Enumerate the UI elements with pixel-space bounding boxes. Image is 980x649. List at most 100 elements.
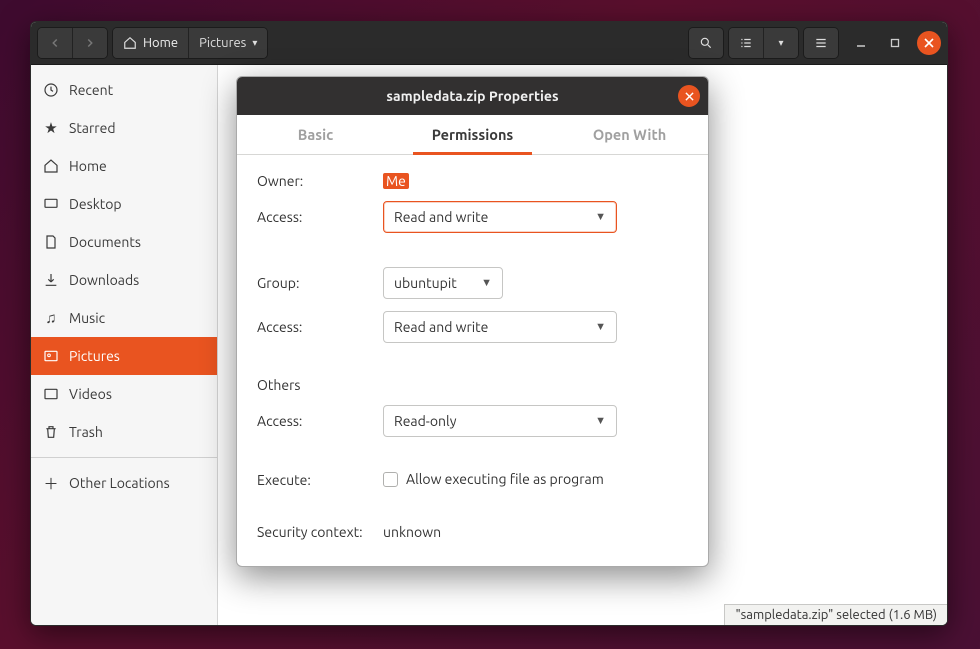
dialog-body: Owner: Me Access: Read and write ▼ Group… [237,155,708,566]
sidebar-item-other-locations[interactable]: ＋ Other Locations [31,464,217,502]
sidebar-item-documents[interactable]: Documents [31,223,217,261]
view-group: ▾ [728,27,799,59]
chevron-down-icon: ▼ [595,211,606,223]
sidebar-item-videos[interactable]: Videos [31,375,217,413]
download-icon [43,272,59,288]
properties-dialog: sampledata.zip Properties Basic Permissi… [236,76,709,567]
sidebar-item-label: Pictures [69,348,120,364]
hamburger-icon [814,36,828,50]
sidebar: Recent ★ Starred Home Desktop Documents … [31,65,218,625]
search-icon [699,36,713,50]
tab-label: Open With [593,126,666,143]
sidebar-item-label: Other Locations [69,475,170,491]
sidebar-item-label: Desktop [69,196,122,212]
hamburger-button[interactable] [804,28,838,58]
tab-label: Basic [298,126,333,143]
path-current-label: Pictures [199,36,246,50]
sidebar-item-label: Downloads [69,272,139,288]
dialog-tabs: Basic Permissions Open With [237,115,708,155]
pictures-icon [43,348,59,364]
close-button[interactable] [917,31,941,55]
tab-open-with[interactable]: Open With [551,115,708,154]
minimize-icon [856,38,866,48]
sidebar-item-label: Videos [69,386,112,402]
menu-group [803,27,839,59]
chevron-down-icon: ▾ [778,37,783,49]
sidebar-item-label: Recent [69,82,113,98]
sidebar-item-label: Starred [69,120,116,136]
sidebar-item-starred[interactable]: ★ Starred [31,109,217,147]
execute-checkbox[interactable]: Allow executing file as program [383,471,604,487]
nav-back-forward [37,27,108,59]
path-home[interactable]: Home [113,28,189,58]
label-group-access: Access: [257,319,377,335]
view-options-button[interactable]: ▾ [764,28,798,58]
label-owner-access: Access: [257,209,377,225]
chevron-down-icon: ▾ [252,37,257,49]
chevron-left-icon [48,36,62,50]
path-home-label: Home [143,36,178,50]
group-access-combo[interactable]: Read and write ▼ [383,311,617,343]
group-name-combo[interactable]: ubuntupit ▼ [383,267,503,299]
sidebar-item-home[interactable]: Home [31,147,217,185]
combo-value: ubuntupit [394,275,457,291]
video-icon [43,386,59,402]
label-execute: Execute: [257,472,377,488]
list-icon [739,36,753,50]
chevron-down-icon: ▼ [595,321,606,333]
sidebar-separator [31,457,217,458]
home-icon [43,158,59,174]
path-bar: Home Pictures ▾ [112,27,268,59]
dialog-close-button[interactable] [678,85,700,107]
value-security: unknown [383,524,688,540]
headerbar: Home Pictures ▾ ▾ [31,22,947,65]
checkbox-label: Allow executing file as program [406,471,604,487]
documents-icon [43,234,59,250]
tab-basic[interactable]: Basic [237,115,394,154]
chevron-right-icon [83,36,97,50]
permissions-form: Owner: Me Access: Read and write ▼ Group… [257,173,688,540]
status-text: "sampledata.zip" selected (1.6 MB) [735,608,937,622]
search-group [688,27,724,59]
checkbox-box [383,472,398,487]
sidebar-item-downloads[interactable]: Downloads [31,261,217,299]
owner-access-combo[interactable]: Read and write ▼ [383,201,617,233]
others-access-combo[interactable]: Read-only ▼ [383,405,617,437]
chevron-down-icon: ▼ [595,415,606,427]
label-others: Others [257,377,377,393]
label-security: Security context: [257,524,377,540]
plus-icon: ＋ [43,475,59,491]
list-view-button[interactable] [729,28,764,58]
tab-permissions[interactable]: Permissions [394,115,551,154]
sidebar-item-music[interactable]: ♫ Music [31,299,217,337]
trash-icon [43,424,59,440]
close-icon [924,38,934,48]
dialog-title: sampledata.zip Properties [386,88,558,104]
close-icon [685,92,694,101]
music-icon: ♫ [43,310,59,326]
value-owner: Me [383,173,688,189]
combo-value: Read and write [394,319,488,335]
owner-name-highlight: Me [383,173,409,189]
sidebar-item-label: Trash [69,424,103,440]
desktop-icon [43,196,59,212]
maximize-button[interactable] [883,31,907,55]
star-icon: ★ [43,120,59,136]
sidebar-item-desktop[interactable]: Desktop [31,185,217,223]
maximize-icon [890,38,900,48]
label-owner: Owner: [257,173,377,189]
label-group: Group: [257,275,377,291]
sidebar-item-label: Documents [69,234,141,250]
forward-button[interactable] [73,28,107,58]
sidebar-item-pictures[interactable]: Pictures [31,337,217,375]
minimize-button[interactable] [849,31,873,55]
sidebar-item-label: Home [69,158,107,174]
sidebar-item-recent[interactable]: Recent [31,71,217,109]
label-others-access: Access: [257,413,377,429]
chevron-down-icon: ▼ [481,277,492,289]
search-button[interactable] [689,28,723,58]
combo-value: Read and write [394,209,488,225]
path-current[interactable]: Pictures ▾ [189,28,267,58]
back-button[interactable] [38,28,73,58]
sidebar-item-trash[interactable]: Trash [31,413,217,451]
